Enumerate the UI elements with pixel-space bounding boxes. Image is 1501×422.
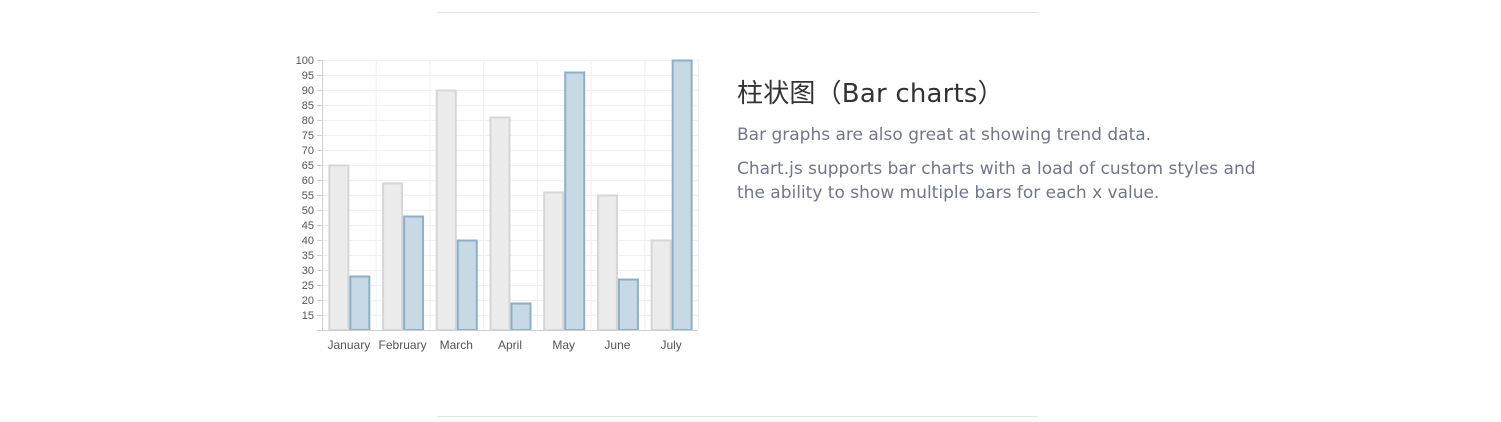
bar-series-2-july xyxy=(671,59,693,331)
bar-series-1-february xyxy=(382,182,404,331)
bar-series-2-april xyxy=(510,302,532,331)
y-tick-label: 40 xyxy=(302,235,314,247)
x-tick-label: January xyxy=(328,338,371,352)
y-tick-label: 75 xyxy=(302,130,314,142)
description-line-1: Bar graphs are also great at showing tre… xyxy=(737,125,1152,145)
x-tick-label: July xyxy=(660,338,681,352)
bar-series-1-april xyxy=(489,116,511,331)
y-tick-label: 85 xyxy=(302,100,314,112)
description-line-2: Chart.js supports bar charts with a load… xyxy=(737,159,1256,203)
bar-series-1-march xyxy=(435,89,457,331)
top-divider xyxy=(437,12,1038,13)
y-tick-label: 50 xyxy=(302,205,314,217)
x-tick-label: May xyxy=(552,338,575,352)
y-tick-label: 90 xyxy=(302,85,314,97)
section-heading: 柱状图（Bar charts） xyxy=(737,79,1004,109)
y-tick-label: 95 xyxy=(302,70,314,82)
bar-series-2-march xyxy=(456,239,478,331)
x-tick-label: April xyxy=(498,338,522,352)
y-tick-label: 25 xyxy=(302,280,314,292)
y-tick-label: 60 xyxy=(302,175,314,187)
y-tick-label: 30 xyxy=(302,265,314,277)
x-tick-label: February xyxy=(379,338,427,352)
chart-description: 柱状图（Bar charts） Bar graphs are also grea… xyxy=(737,78,1257,205)
y-tick-label: 65 xyxy=(302,160,314,172)
x-tick-label: June xyxy=(604,338,630,352)
bar-series-1-june xyxy=(596,194,618,331)
x-tick-label: March xyxy=(440,338,473,352)
bar-series-1-january xyxy=(328,164,350,331)
bar-series-2-january xyxy=(349,275,371,331)
y-tick-label: 70 xyxy=(302,145,314,157)
bar-series-2-may xyxy=(564,71,586,331)
bar-series-2-february xyxy=(403,215,425,331)
bar-series-2-june xyxy=(617,278,639,331)
y-tick-label: 100 xyxy=(296,55,314,67)
bottom-divider xyxy=(437,416,1038,417)
y-tick-label: 55 xyxy=(302,190,314,202)
y-tick-label: 35 xyxy=(302,250,314,262)
y-tick-label: 80 xyxy=(302,115,314,127)
y-tick-label: 45 xyxy=(302,220,314,232)
bar-series-1-may xyxy=(543,191,565,331)
bar-chart: 15 20 25 30 35 40 45 50 55 60 65 70 75 80 85 90 95 100 Jan… xyxy=(296,55,699,352)
y-tick-label: 15 xyxy=(302,310,314,322)
bar-series-1-july xyxy=(650,239,672,331)
y-tick-label: 20 xyxy=(302,295,314,307)
